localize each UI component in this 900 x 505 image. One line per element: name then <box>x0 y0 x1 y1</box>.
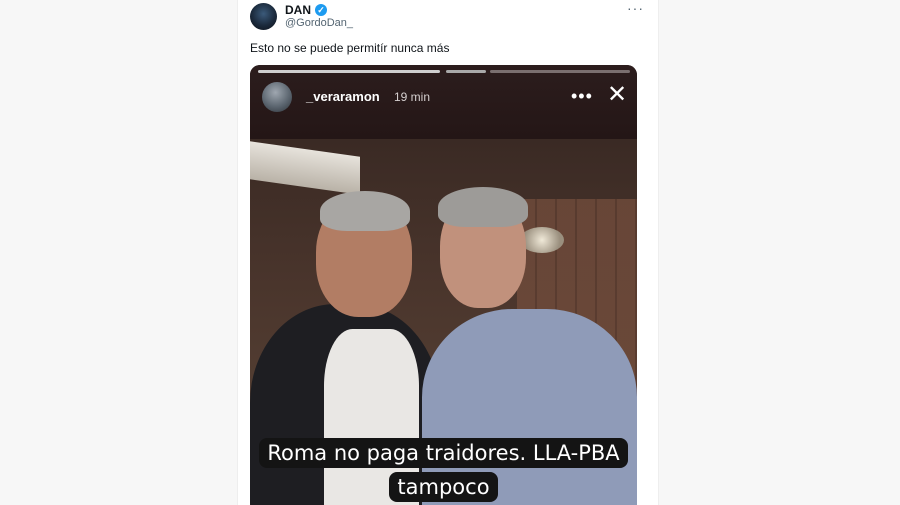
story-progress-segment <box>446 70 486 73</box>
story-progress-segment <box>490 70 630 73</box>
author-name[interactable]: DAN <box>285 3 311 17</box>
story-header: _veraramon 19 min ••• ✕ <box>250 65 637 139</box>
person-left-hair <box>320 191 410 231</box>
more-options-icon[interactable]: ··· <box>627 0 644 16</box>
author-handle[interactable]: @GordoDan_ <box>285 17 353 29</box>
story-caption-line1: Roma no paga traidores. LLA-PBA <box>250 438 637 468</box>
author-name-row: DAN ✓ <box>285 3 327 17</box>
air-conditioner <box>250 141 360 195</box>
person-right-hair <box>438 187 528 227</box>
story-user-avatar <box>262 82 292 112</box>
story-progress-segment <box>258 70 440 73</box>
ceiling-lamp <box>520 227 564 253</box>
story-more-icon: ••• <box>571 86 593 106</box>
story-close-icon: ✕ <box>607 81 628 108</box>
story-caption-text-2: tampoco <box>389 472 498 502</box>
story-caption-line2: tampoco <box>250 472 637 502</box>
story-username: _veraramon <box>306 89 380 104</box>
author-avatar[interactable] <box>250 3 277 30</box>
tweet-card[interactable]: DAN ✓ @GordoDan_ ··· Esto no se puede pe… <box>237 0 659 505</box>
verified-badge-icon: ✓ <box>315 4 327 16</box>
story-time: 19 min <box>394 90 431 104</box>
story-caption-text-1: Roma no paga traidores. LLA-PBA <box>259 438 628 468</box>
story-media[interactable]: _veraramon 19 min ••• ✕ Roma no paga tra… <box>250 65 637 505</box>
tweet-text: Esto no se puede permitír nunca más <box>250 41 450 55</box>
